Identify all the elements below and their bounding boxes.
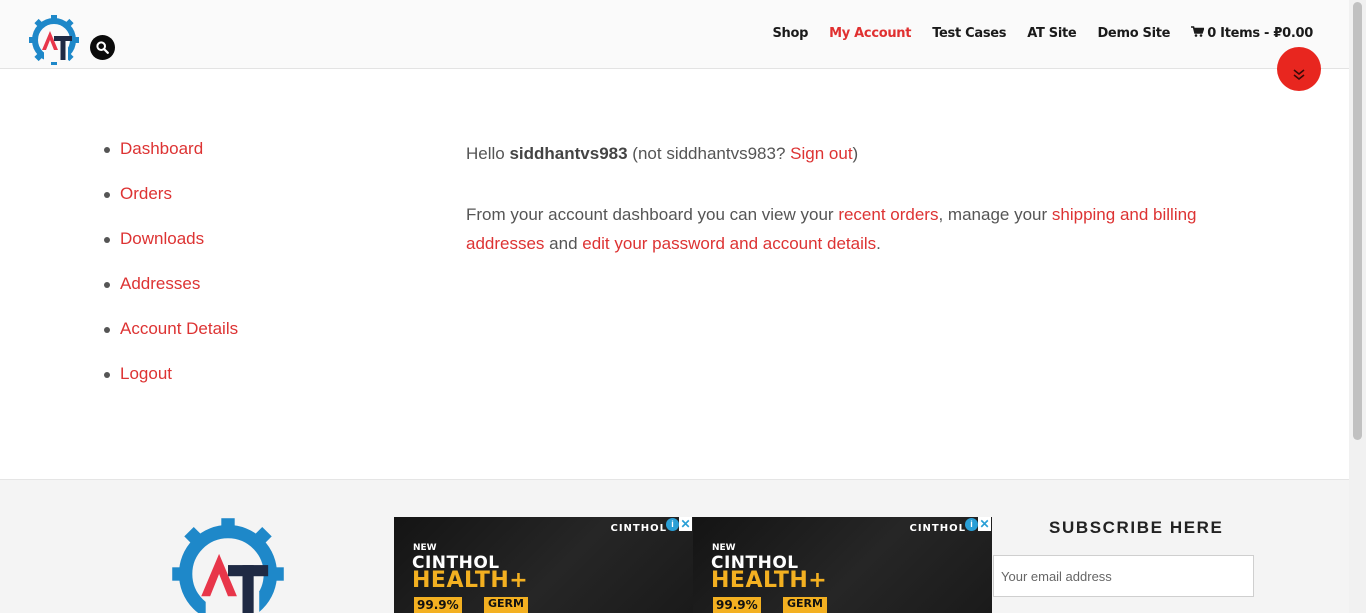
advertisement[interactable]: CINTHOL i ✕ NEW CINTHOL HEALTH+ 99.9% GE… [394,517,693,613]
ad-close-icon[interactable]: ✕ [978,517,991,531]
footer-logo[interactable] [170,516,286,613]
nav-my-account[interactable]: My Account [829,26,911,41]
page: Shop My Account Test Cases AT Site Demo … [0,0,1366,613]
account-nav-item: Downloads [104,229,238,274]
sign-out-link[interactable]: Sign out [790,144,852,163]
ad-info-icon[interactable]: i [965,518,978,531]
main-nav: Shop My Account Test Cases AT Site Demo … [751,26,1313,41]
nav-test-cases[interactable]: Test Cases [932,26,1006,41]
advertisement[interactable]: CINTHOL i ✕ NEW CINTHOL HEALTH+ 99.9% GE… [693,517,992,613]
account-nav-item: Dashboard [104,139,238,184]
orders-link[interactable]: Orders [120,184,172,203]
logout-link[interactable]: Logout [120,364,172,383]
chevron-double-down-icon [1293,69,1305,81]
account-content: Hello siddhantvs983 (not siddhantvs983? … [466,139,1206,258]
dashboard-link[interactable]: Dashboard [120,139,203,158]
account-details-link[interactable]: Account Details [120,319,238,338]
search-icon [96,41,109,54]
account-navigation: Dashboard Orders Downloads Addresses Acc… [104,139,238,409]
account-nav-item: Account Details [104,319,238,364]
ad-info-icon[interactable]: i [666,518,679,531]
ad-close-icon[interactable]: ✕ [679,517,692,531]
account-nav-item: Logout [104,364,238,409]
logo[interactable] [28,14,80,66]
scroll-down-button[interactable] [1277,47,1321,91]
username: siddhantvs983 [509,144,628,163]
email-field[interactable] [993,555,1254,597]
dashboard-intro: From your account dashboard you can view… [466,205,1197,253]
cart-label: 0 Items - ₽0.00 [1207,26,1313,41]
addresses-link[interactable]: Addresses [120,274,200,293]
subscribe-title: SUBSCRIBE HERE [1049,518,1224,537]
site-header: Shop My Account Test Cases AT Site Demo … [0,0,1349,69]
nav-at-site[interactable]: AT Site [1027,26,1077,41]
nav-demo-site[interactable]: Demo Site [1097,26,1170,41]
scrollbar[interactable] [1349,0,1366,613]
recent-orders-link[interactable]: recent orders [838,205,938,224]
account-nav-item: Addresses [104,274,238,319]
scrollbar-thumb[interactable] [1353,2,1362,440]
search-button[interactable] [90,35,115,60]
downloads-link[interactable]: Downloads [120,229,204,248]
cart-icon [1191,26,1205,37]
nav-cart[interactable]: 0 Items - ₽0.00 [1191,26,1313,41]
edit-account-link[interactable]: edit your password and account details [582,234,876,253]
greeting: Hello siddhantvs983 (not siddhantvs983? … [466,144,859,163]
account-nav-item: Orders [104,184,238,229]
nav-shop[interactable]: Shop [772,26,808,41]
site-footer: CINTHOL i ✕ NEW CINTHOL HEALTH+ 99.9% GE… [0,479,1349,613]
